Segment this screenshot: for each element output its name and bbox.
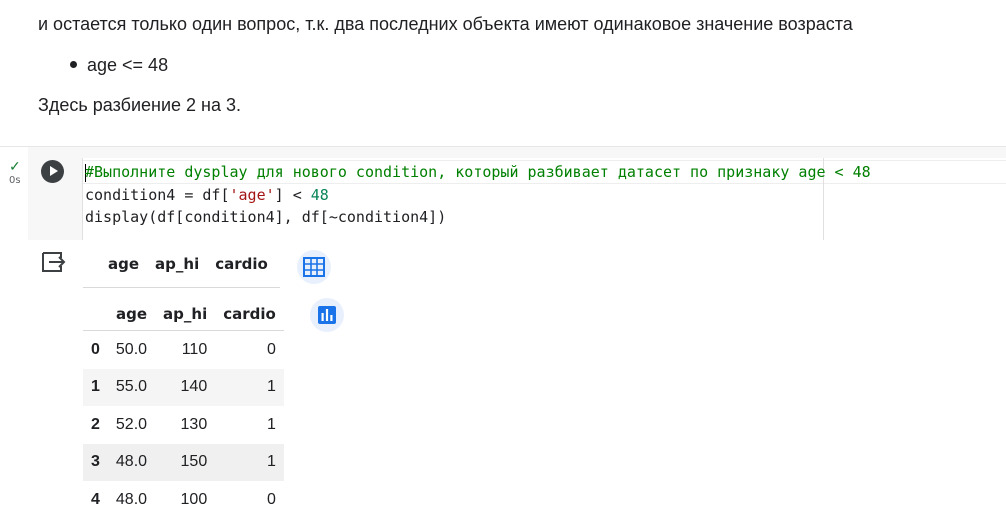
execution-time: 0s — [9, 175, 21, 186]
row-index: 0 — [91, 340, 100, 358]
table-cell: 110 — [181, 340, 208, 358]
dataframe-table: age ap_hi cardio 0 50.0 110 0 1 55.0 140… — [83, 297, 284, 519]
code-text[interactable]: #Выполните dysplay для нового condition,… — [85, 161, 871, 229]
table-cell: 55.0 — [115, 378, 148, 396]
row-index: 1 — [91, 378, 100, 396]
index-header — [83, 297, 108, 331]
table-cell: 48.0 — [115, 490, 148, 508]
table-row: 3 48.0 150 1 — [83, 443, 284, 481]
column-header: cardio — [223, 304, 276, 323]
output-redirect-icon[interactable] — [40, 250, 66, 274]
table-row: 4 48.0 100 0 — [83, 481, 284, 519]
table-row: 0 50.0 110 0 — [83, 331, 284, 369]
table-icon — [303, 257, 325, 277]
code-number: 48 — [310, 185, 329, 204]
column-header: cardio — [215, 255, 268, 273]
table-cell: 1 — [266, 415, 276, 433]
markdown-bullet-item: age <= 48 — [70, 55, 168, 76]
markdown-text-line: и остается только один вопрос, т.к. два … — [38, 14, 853, 34]
table-cell: 100 — [180, 490, 208, 508]
column-header: age — [116, 304, 148, 323]
table-cell: 1 — [266, 378, 276, 396]
table-cell: 52.0 — [115, 415, 148, 433]
table-cell: 48.0 — [115, 453, 148, 471]
table-cell: 150 — [180, 453, 208, 471]
column-header: ap_hi — [163, 304, 208, 323]
empty-dataframe-header: age ap_hi cardio — [83, 255, 276, 273]
table-cell: 1 — [266, 453, 276, 471]
row-index: 4 — [91, 490, 100, 508]
column-header: ap_hi — [155, 255, 200, 273]
markdown-text-line: Здесь разбиение 2 на 3. — [38, 95, 241, 115]
table-header-row: age ap_hi cardio — [83, 297, 284, 331]
code-string: 'age' — [229, 185, 275, 204]
code-editor[interactable]: #Выполните dysplay для нового condition,… — [82, 158, 1006, 240]
table-cell: 0 — [266, 490, 276, 508]
row-index: 2 — [91, 415, 100, 433]
table-row: 2 52.0 130 1 — [83, 406, 284, 444]
table-cell: 50.0 — [115, 340, 148, 358]
table-cell: 130 — [180, 415, 208, 433]
suggest-charts-button[interactable] — [310, 298, 344, 332]
bar-chart-icon — [318, 306, 336, 324]
column-header: age — [108, 255, 140, 273]
code-line: display(df[condition4], df[~condition4]) — [85, 208, 447, 226]
table-row: 1 55.0 140 1 — [83, 368, 284, 406]
bullet-text: age <= 48 — [87, 55, 169, 75]
code-token: ] < — [274, 185, 311, 204]
run-cell-button[interactable] — [41, 160, 64, 183]
execution-success-icon: ✓ — [9, 158, 21, 174]
code-comment: #Выполните dysplay для нового condition,… — [85, 163, 871, 181]
table-divider — [83, 287, 280, 288]
table-cell: 140 — [180, 378, 208, 396]
bullet-dot — [70, 60, 77, 68]
table-cell: 0 — [266, 340, 276, 358]
row-index: 3 — [91, 453, 100, 471]
code-token: condition4 = df[ — [85, 185, 230, 204]
convert-to-interactive-table-button[interactable] — [297, 250, 331, 284]
